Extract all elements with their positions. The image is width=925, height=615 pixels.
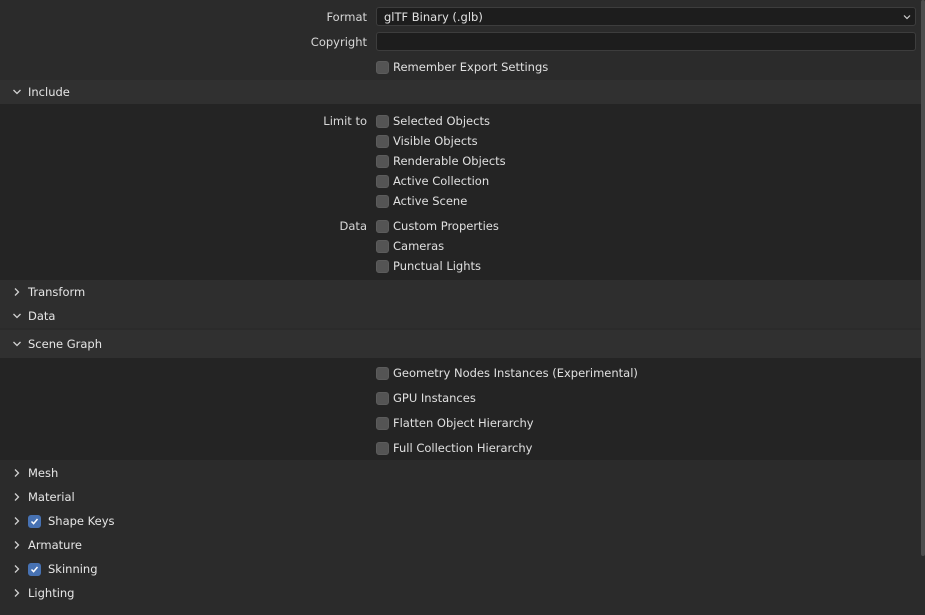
copyright-label: Copyright — [310, 35, 367, 49]
chevron-right-icon — [14, 541, 20, 549]
checkbox-box — [376, 114, 389, 128]
scene-graph-panel-header[interactable]: Scene Graph — [0, 332, 102, 356]
full-collection-hierarchy-checkbox[interactable]: Full Collection Hierarchy — [376, 440, 532, 456]
flatten-object-hierarchy-label: Flatten Object Hierarchy — [393, 416, 534, 430]
chevron-down-icon — [13, 313, 21, 319]
include-body-bg — [0, 104, 921, 280]
transform-panel-header[interactable]: Transform — [0, 280, 85, 304]
punctual-lights-checkbox[interactable]: Punctual Lights — [376, 258, 481, 274]
transform-title: Transform — [28, 285, 86, 299]
checkbox-box — [376, 219, 389, 233]
selected-objects-checkbox[interactable]: Selected Objects — [376, 113, 490, 129]
scene-graph-header-bg — [0, 330, 921, 358]
lighting-title: Lighting — [28, 586, 75, 600]
geometry-nodes-instances-label: Geometry Nodes Instances (Experimental) — [393, 366, 638, 380]
checkbox-box — [376, 259, 389, 273]
full-collection-hierarchy-label: Full Collection Hierarchy — [393, 441, 533, 455]
shape-keys-panel-header[interactable]: Shape Keys — [0, 509, 115, 533]
punctual-lights-label: Punctual Lights — [393, 259, 482, 273]
data-panel-header[interactable]: Data — [0, 304, 55, 328]
chevron-right-icon — [14, 565, 20, 573]
skinning-panel-header[interactable]: Skinning — [0, 557, 98, 581]
renderable-objects-label: Renderable Objects — [393, 154, 506, 168]
shape-keys-title: Shape Keys — [48, 514, 115, 528]
transform-header-bg — [0, 280, 921, 304]
scene-graph-title: Scene Graph — [28, 337, 102, 351]
checkbox-box — [376, 391, 389, 405]
mesh-panel-header[interactable]: Mesh — [0, 461, 58, 485]
visible-objects-label: Visible Objects — [393, 134, 478, 148]
data-header-bg — [0, 304, 921, 328]
chevron-right-icon — [14, 469, 20, 477]
material-title: Material — [28, 490, 75, 504]
remember-export-settings-checkbox[interactable]: Remember Export Settings — [376, 59, 548, 75]
custom-properties-label: Custom Properties — [393, 219, 499, 233]
format-value: glTF Binary (.glb) — [384, 10, 483, 24]
geometry-nodes-instances-checkbox[interactable]: Geometry Nodes Instances (Experimental) — [376, 365, 638, 381]
renderable-objects-checkbox[interactable]: Renderable Objects — [376, 153, 506, 169]
chevron-right-icon — [14, 517, 20, 525]
vertical-scrollbar[interactable] — [921, 0, 925, 556]
checkbox-box — [376, 239, 389, 253]
checkbox-box — [376, 194, 389, 208]
skinning-title: Skinning — [48, 562, 98, 576]
active-scene-checkbox[interactable]: Active Scene — [376, 193, 467, 209]
checkbox-box — [376, 441, 389, 455]
gltf-export-settings-window: { "top": { "format_label": "Format", "fo… — [0, 0, 925, 615]
chevron-down-icon — [13, 341, 21, 347]
chevron-down-icon — [903, 15, 911, 20]
checkmark-icon — [30, 518, 39, 525]
checkbox-box — [376, 366, 389, 380]
limit-to-label: Limit to — [323, 114, 367, 128]
mesh-title: Mesh — [28, 466, 59, 480]
chevron-down-icon — [13, 89, 21, 95]
material-panel-header[interactable]: Material — [0, 485, 75, 509]
custom-properties-checkbox[interactable]: Custom Properties — [376, 218, 499, 234]
chevron-right-icon — [14, 493, 20, 501]
gpu-instances-checkbox[interactable]: GPU Instances — [376, 390, 476, 406]
checkbox-box — [376, 134, 389, 148]
chevron-right-icon — [14, 288, 20, 296]
armature-panel-header[interactable]: Armature — [0, 533, 82, 557]
include-title: Include — [28, 85, 70, 99]
flatten-object-hierarchy-checkbox[interactable]: Flatten Object Hierarchy — [376, 415, 534, 431]
data-title: Data — [28, 309, 56, 323]
checkmark-icon — [30, 566, 39, 573]
checkbox-box — [376, 60, 389, 74]
checkbox-box — [376, 416, 389, 430]
chevron-right-icon — [14, 589, 20, 597]
visible-objects-checkbox[interactable]: Visible Objects — [376, 133, 478, 149]
copyright-field[interactable] — [376, 32, 916, 51]
include-header-bg — [0, 80, 921, 104]
checkbox-box — [376, 174, 389, 188]
remember-export-settings-label: Remember Export Settings — [393, 60, 549, 74]
armature-title: Armature — [28, 538, 82, 552]
selected-objects-label: Selected Objects — [393, 114, 490, 128]
cameras-checkbox[interactable]: Cameras — [376, 238, 444, 254]
active-collection-checkbox[interactable]: Active Collection — [376, 173, 489, 189]
format-label: Format — [326, 10, 367, 24]
data-label: Data — [339, 219, 367, 233]
checkbox-box — [376, 154, 389, 168]
shape-keys-checkbox[interactable] — [28, 514, 41, 528]
skinning-checkbox[interactable] — [28, 562, 41, 576]
gpu-instances-label: GPU Instances — [393, 391, 476, 405]
include-panel-header[interactable]: Include — [0, 80, 70, 104]
format-dropdown[interactable]: glTF Binary (.glb) — [376, 7, 916, 26]
active-scene-label: Active Scene — [393, 194, 468, 208]
active-collection-label: Active Collection — [393, 174, 490, 188]
lighting-panel-header[interactable]: Lighting — [0, 581, 74, 605]
cameras-label: Cameras — [393, 239, 445, 253]
